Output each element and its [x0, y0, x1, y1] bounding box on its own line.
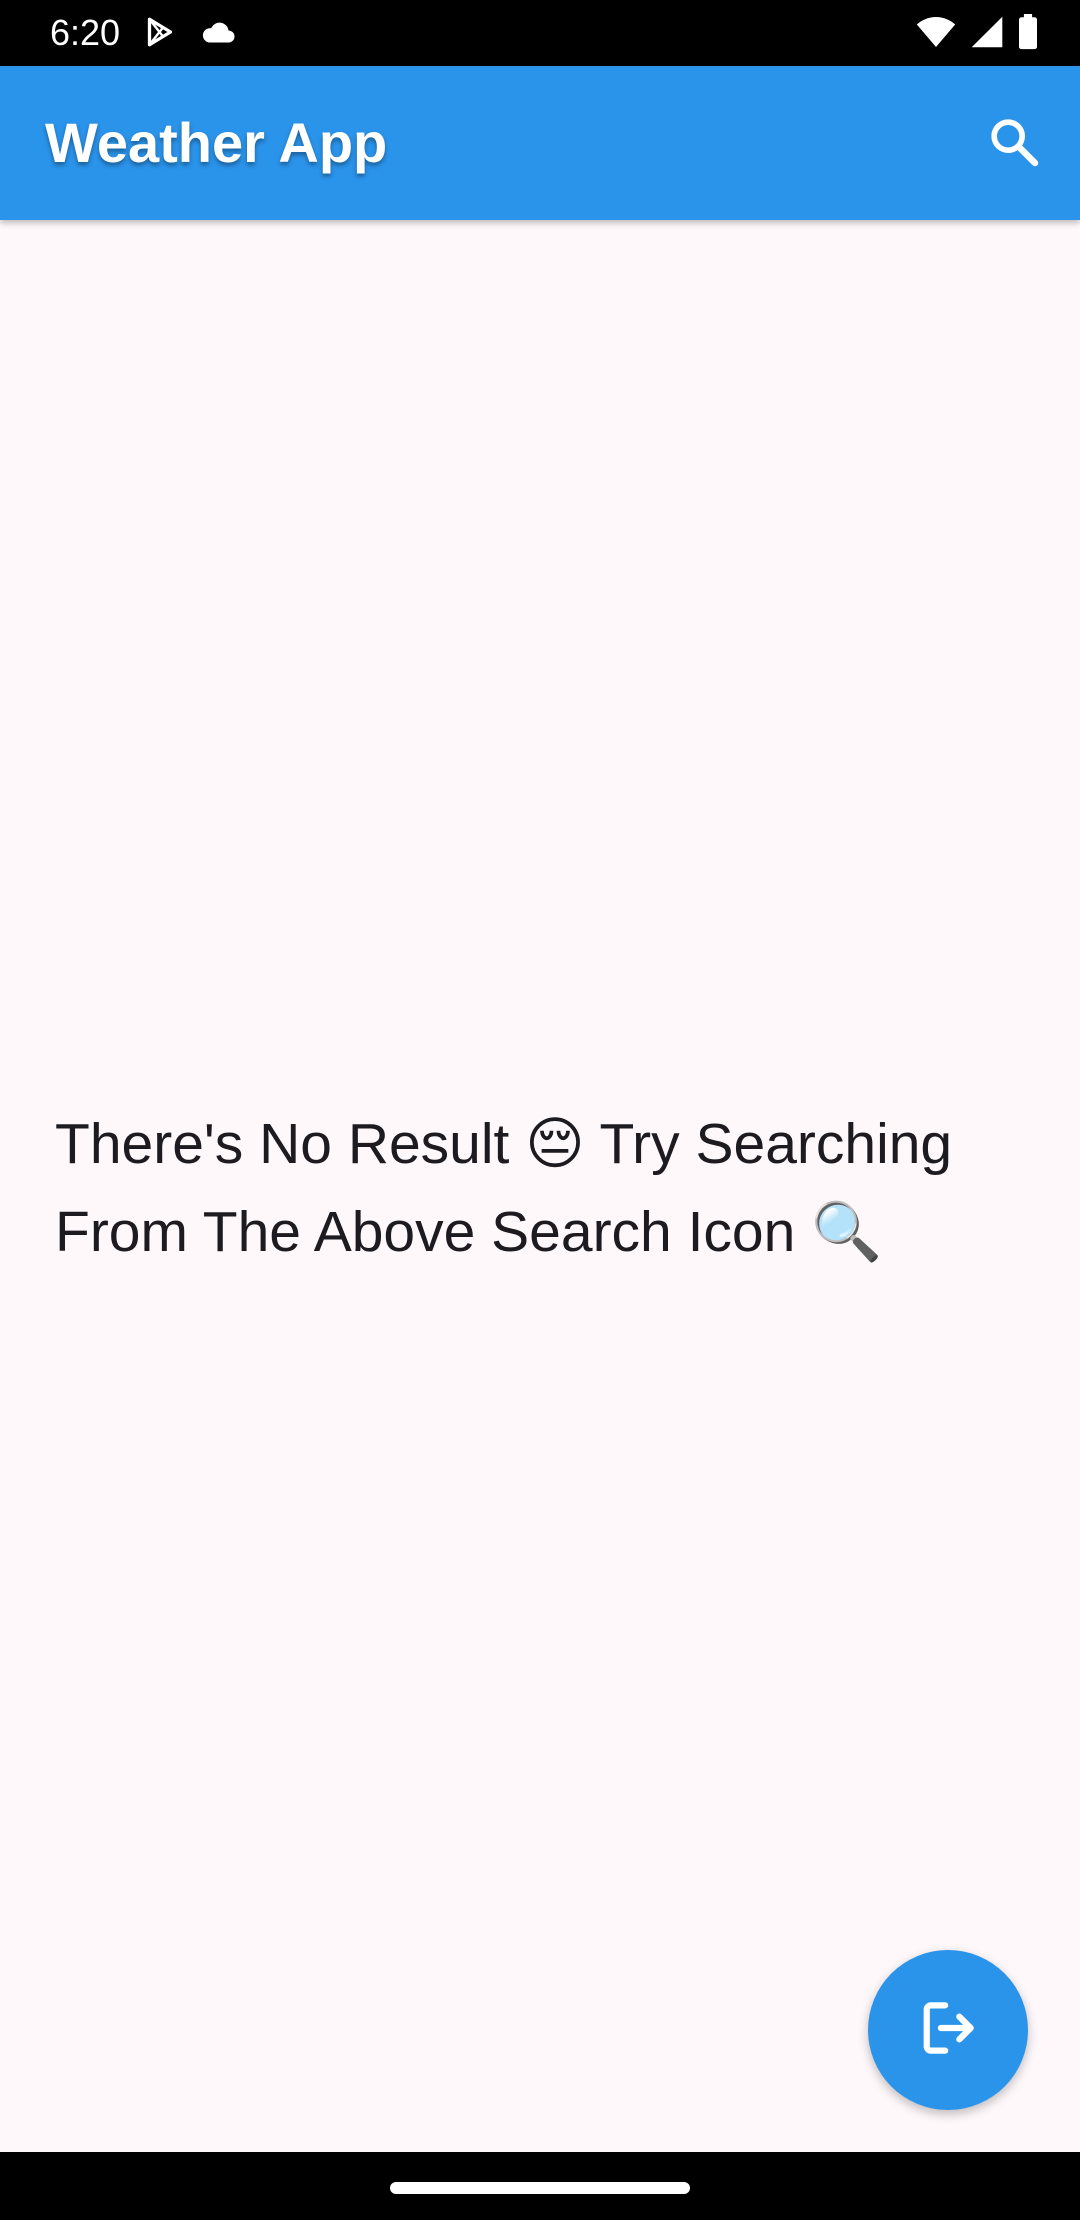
- status-time: 6:20: [50, 12, 121, 53]
- logout-button[interactable]: [868, 1950, 1028, 2110]
- logout-icon: [914, 1994, 982, 2067]
- gesture-handle[interactable]: [390, 2182, 690, 2194]
- empty-state-message: There's No Result 😔 Try Searching From T…: [55, 1112, 953, 1264]
- navigation-bar: [0, 2152, 1080, 2220]
- status-bar: 6:20: [0, 0, 1080, 66]
- battery-icon: [1018, 13, 1038, 55]
- status-left-icons: [142, 14, 238, 54]
- search-icon: [986, 114, 1042, 175]
- app-title: Weather App: [45, 111, 388, 174]
- search-button[interactable]: [978, 108, 1050, 180]
- cloud-icon: [198, 14, 238, 55]
- status-right-icons: [916, 13, 1038, 55]
- main-content: There's No Result 😔 Try Searching From T…: [0, 220, 1080, 2152]
- wifi-icon: [916, 15, 956, 54]
- play-store-icon: [142, 14, 178, 55]
- app-bar: Weather App: [0, 66, 1080, 220]
- cellular-signal-icon: [970, 15, 1004, 54]
